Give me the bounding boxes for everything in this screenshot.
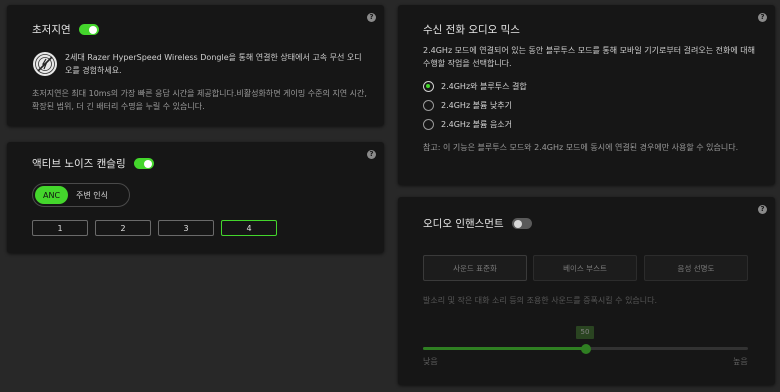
call-mix-card: ? 수신 전화 오디오 믹스 2.4GHz 모드에 연결되어 있는 동안 블루투… (398, 5, 775, 185)
option-label: 2.4GHz 볼륨 음소거 (441, 120, 513, 129)
anc-card: ? 액티브 노이즈 캔슬링 ANC 주변 인식 1 2 3 4 (7, 142, 384, 253)
audio-enhancement-title: 오디오 인핸스먼트 (423, 218, 504, 230)
low-latency-title: 초저지연 (32, 24, 71, 36)
anc-mode-selector: ANC 주변 인식 (32, 183, 130, 207)
eq-option-voice-clarity[interactable]: 음성 선명도 (644, 255, 748, 281)
low-latency-description: 초저지연은 최대 10ms의 가장 빠른 응답 시간을 제공합니다.비활성화하면… (32, 89, 367, 111)
anc-mode-anc[interactable]: ANC (35, 186, 69, 204)
anc-title-row: 액티브 노이즈 캔슬링 (32, 156, 154, 171)
slider-fill (423, 347, 586, 350)
radio-icon (423, 100, 434, 111)
call-mix-option-lower[interactable]: 2.4GHz 볼륨 낮추기 (423, 100, 512, 111)
hyperspeed-dongle-icon (32, 51, 58, 77)
option-label: 2.4GHz 볼륨 낮추기 (441, 101, 513, 110)
eq-option-bass-boost[interactable]: 베이스 부스트 (533, 255, 637, 281)
low-latency-toggle[interactable] (78, 24, 99, 35)
slider-max-label: 높음 (733, 357, 748, 366)
low-latency-title-row: 초저지연 (32, 22, 99, 37)
help-icon[interactable]: ? (367, 13, 376, 22)
audio-enhancement-toggle[interactable] (511, 218, 532, 229)
help-icon[interactable]: ? (758, 205, 767, 214)
call-mix-option-combine[interactable]: 2.4GHz와 블루투스 결합 (423, 81, 527, 92)
help-icon[interactable]: ? (367, 150, 376, 159)
eq-option-normalization[interactable]: 사운드 표준화 (423, 255, 527, 281)
anc-mode-ambient[interactable]: 주변 인식 (68, 186, 116, 204)
option-label: 2.4GHz와 블루투스 결합 (441, 82, 527, 91)
anc-level-2[interactable]: 2 (95, 220, 151, 236)
radio-icon (423, 119, 434, 130)
slider-track[interactable] (423, 343, 748, 354)
anc-toggle[interactable] (133, 158, 154, 169)
slider-thumb[interactable] (580, 343, 591, 354)
help-icon[interactable]: ? (758, 13, 767, 22)
call-mix-description: 2.4GHz 모드에 연결되어 있는 동안 블루투스 모드를 통해 모바일 기기… (423, 46, 755, 68)
anc-title: 액티브 노이즈 캔슬링 (32, 158, 126, 170)
anc-level-4[interactable]: 4 (221, 220, 277, 236)
audio-enhancement-card: ? 오디오 인핸스먼트 사운드 표준화 베이스 부스트 음성 선명도 발소리 및… (398, 197, 775, 385)
call-mix-note: 참고: 이 기능은 블루투스 모드와 2.4GHz 모드에 동시에 연결된 경우… (423, 143, 739, 152)
audio-enhancement-description: 발소리 및 작은 대화 소리 등의 조용한 사운드를 증폭시킬 수 있습니다. (423, 296, 658, 305)
slider-value-badge: 50 (576, 326, 594, 339)
anc-level-1[interactable]: 1 (32, 220, 88, 236)
radio-selected-icon (423, 81, 434, 92)
dongle-description: 2세대 Razer HyperSpeed Wireless Dongle을 통해… (65, 53, 362, 75)
low-latency-card: ? 초저지연 2세대 Razer HyperSpeed Wireless Don… (7, 5, 384, 126)
anc-level-3[interactable]: 3 (158, 220, 214, 236)
call-mix-title: 수신 전화 오디오 믹스 (423, 24, 520, 36)
slider-min-label: 낮음 (423, 357, 438, 366)
call-mix-option-mute[interactable]: 2.4GHz 볼륨 음소거 (423, 119, 512, 130)
audio-enhancement-title-row: 오디오 인핸스먼트 (423, 216, 532, 231)
